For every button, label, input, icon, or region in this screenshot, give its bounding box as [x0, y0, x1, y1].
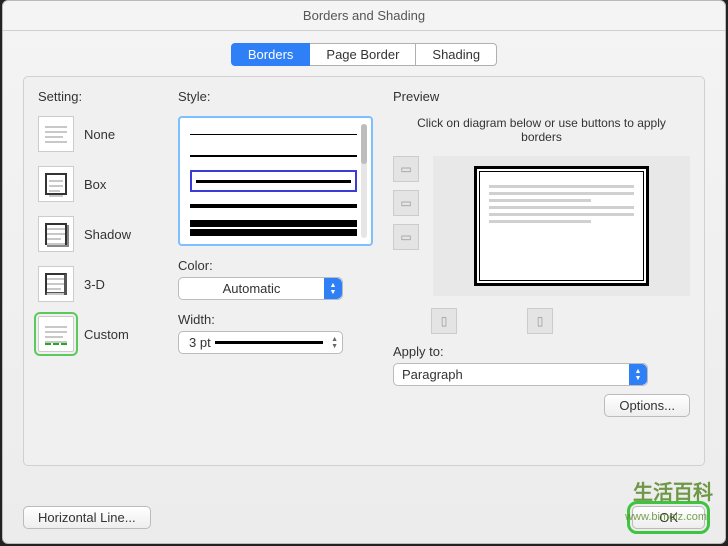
tab-shading[interactable]: Shading	[416, 43, 497, 66]
dropdown-arrow-icon: ▲▼	[324, 278, 342, 299]
preview-middle-border-button[interactable]: ▭	[393, 190, 419, 216]
apply-to-label: Apply to:	[393, 344, 690, 359]
options-button[interactable]: Options...	[604, 394, 690, 417]
style-line-1[interactable]	[190, 126, 357, 142]
preview-col-buttons: ▯ ▯	[431, 308, 690, 334]
color-select[interactable]: Automatic ▲▼	[178, 277, 343, 300]
width-stepper[interactable]: ▲▼	[331, 336, 338, 350]
tab-group: Borders Page Border Shading	[3, 43, 725, 66]
preview-side-buttons: ▭ ▭ ▭	[393, 156, 419, 296]
setting-shadow[interactable]: Shadow	[38, 216, 178, 252]
style-list[interactable]	[178, 116, 373, 246]
width-select[interactable]: 3 pt ▲▼	[178, 331, 343, 354]
preview-top-border-button[interactable]: ▭	[393, 156, 419, 182]
preview-page[interactable]	[474, 166, 649, 286]
window-title: Borders and Shading	[3, 1, 725, 31]
setting-label: Setting:	[38, 89, 178, 104]
preview-bottom-border-button[interactable]: ▭	[393, 224, 419, 250]
setting-custom[interactable]: Custom	[38, 316, 178, 352]
preview-label: Preview	[393, 89, 690, 104]
apply-to-select[interactable]: Paragraph ▲▼	[393, 363, 648, 386]
setting-box[interactable]: Box	[38, 166, 178, 202]
main-panel: Setting: None Box Shadow 3-D Custom	[23, 76, 705, 466]
style-line-4[interactable]	[190, 198, 357, 214]
preview-hint: Click on diagram below or use buttons to…	[393, 116, 690, 144]
apply-to-value: Paragraph	[394, 367, 629, 382]
tab-borders[interactable]: Borders	[231, 43, 311, 66]
watermark-brand: 生活百科	[633, 476, 713, 505]
setting-3d[interactable]: 3-D	[38, 266, 178, 302]
style-column: Style: Color: Automatic ▲▼ Width: 3 pt ▲…	[178, 89, 373, 451]
style-line-2[interactable]	[190, 148, 357, 164]
setting-shadow-icon	[38, 216, 74, 252]
preview-page-wrap	[433, 156, 690, 296]
setting-none[interactable]: None	[38, 116, 178, 152]
style-line-5[interactable]	[190, 220, 357, 236]
color-value: Automatic	[179, 281, 324, 296]
width-line-preview	[215, 341, 323, 344]
color-label: Color:	[178, 258, 373, 273]
style-label: Style:	[178, 89, 373, 104]
width-label: Width:	[178, 312, 373, 327]
setting-none-label: None	[84, 127, 115, 142]
setting-column: Setting: None Box Shadow 3-D Custom	[38, 89, 178, 451]
dialog-window: Borders and Shading Borders Page Border …	[2, 0, 726, 544]
width-value: 3 pt	[189, 335, 211, 350]
setting-custom-icon	[38, 316, 74, 352]
preview-column: Preview Click on diagram below or use bu…	[393, 89, 690, 451]
setting-box-label: Box	[84, 177, 106, 192]
setting-shadow-label: Shadow	[84, 227, 131, 242]
tab-page-border[interactable]: Page Border	[310, 43, 416, 66]
ok-button[interactable]: OK	[632, 506, 705, 529]
setting-none-icon	[38, 116, 74, 152]
preview-right-border-button[interactable]: ▯	[527, 308, 553, 334]
setting-box-icon	[38, 166, 74, 202]
setting-3d-label: 3-D	[84, 277, 105, 292]
style-line-selected[interactable]	[190, 170, 357, 192]
setting-custom-label: Custom	[84, 327, 129, 342]
setting-3d-icon	[38, 266, 74, 302]
dialog-footer: Horizontal Line... OK	[23, 506, 705, 529]
dropdown-arrow-icon: ▲▼	[629, 364, 647, 385]
preview-left-border-button[interactable]: ▯	[431, 308, 457, 334]
style-scrollbar[interactable]	[361, 124, 367, 238]
preview-area: ▭ ▭ ▭	[393, 156, 690, 296]
horizontal-line-button[interactable]: Horizontal Line...	[23, 506, 151, 529]
